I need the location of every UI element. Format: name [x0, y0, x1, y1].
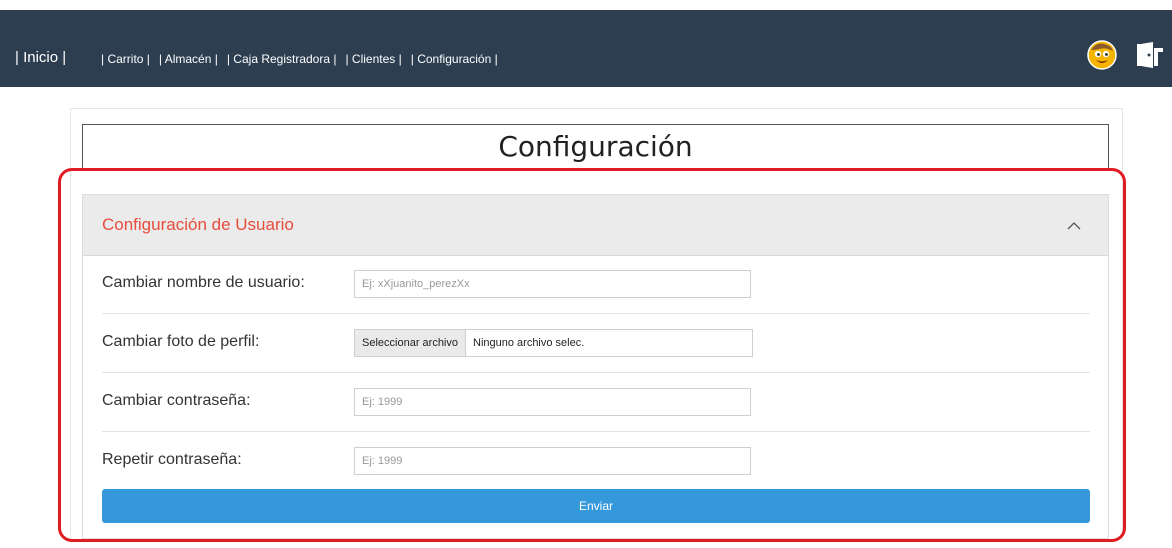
chevron-up-icon[interactable]	[1066, 218, 1082, 234]
file-status-text: Ninguno archivo selec.	[473, 337, 585, 349]
nav-links: | Carrito | | Almacén | | Caja Registrad…	[101, 51, 503, 67]
nav-link-caja-registradora[interactable]: | Caja Registradora |	[227, 51, 337, 67]
username-row: Cambiar nombre de usuario:	[102, 255, 1090, 314]
profile-photo-file-input[interactable]: Seleccionar archivo Ninguno archivo sele…	[354, 329, 753, 357]
username-input[interactable]	[354, 270, 751, 298]
password-row: Cambiar contraseña:	[102, 373, 1090, 432]
top-navbar: | Inicio | | Carrito | | Almacén | | Caj…	[0, 10, 1172, 87]
select-file-button[interactable]: Seleccionar archivo	[355, 330, 466, 356]
repeat-password-row: Repetir contraseña:	[102, 432, 1090, 490]
nav-link-almacen[interactable]: | Almacén |	[159, 51, 218, 67]
nav-home-link[interactable]: | Inicio |	[15, 48, 66, 68]
nav-link-clientes[interactable]: | Clientes |	[345, 51, 401, 67]
avatar-smiley-icon[interactable]	[1087, 40, 1117, 70]
nav-link-carrito[interactable]: | Carrito |	[101, 51, 150, 67]
repeat-password-label: Repetir contraseña:	[102, 451, 242, 468]
page-title: Configuración	[82, 124, 1109, 168]
password-label: Cambiar contraseña:	[102, 392, 251, 409]
nav-link-configuracion[interactable]: | Configuración |	[411, 51, 498, 67]
user-settings-card: Configuración de Usuario Cambiar nombre …	[82, 194, 1109, 539]
profile-photo-label: Cambiar foto de perfil:	[102, 333, 260, 350]
card-title: Configuración de Usuario	[102, 215, 294, 234]
password-input[interactable]	[354, 388, 751, 416]
card-header[interactable]: Configuración de Usuario	[83, 195, 1108, 256]
username-label: Cambiar nombre de usuario:	[102, 274, 305, 291]
profile-photo-row: Cambiar foto de perfil: Seleccionar arch…	[102, 314, 1090, 373]
submit-button[interactable]: Enviar	[102, 489, 1090, 523]
repeat-password-input[interactable]	[354, 447, 751, 475]
exit-door-icon[interactable]	[1134, 40, 1166, 70]
